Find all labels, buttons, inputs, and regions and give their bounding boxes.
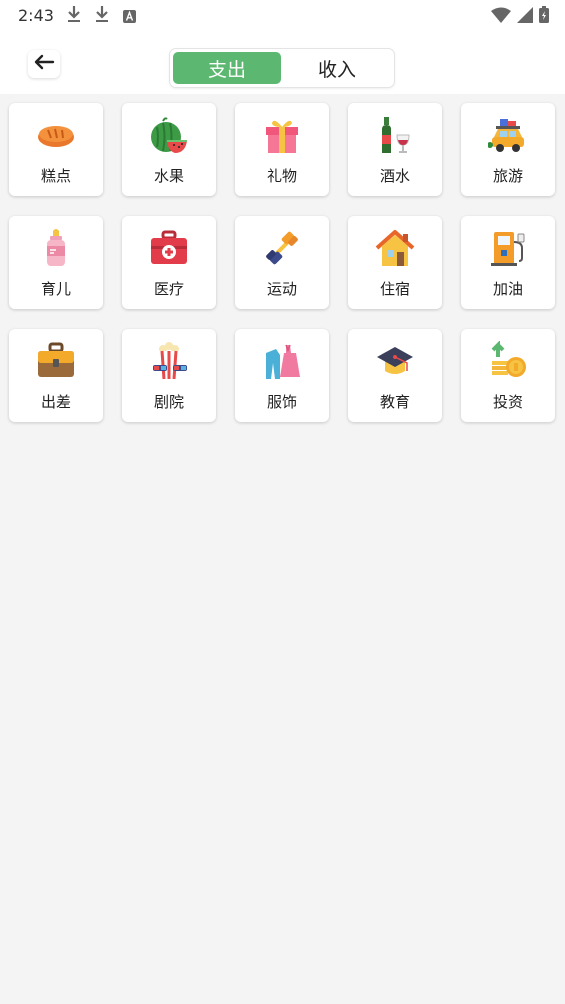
category-item[interactable]: 加油 (461, 216, 555, 309)
download-icon (94, 5, 110, 27)
category-label: 加油 (492, 280, 523, 298)
signal-icon (517, 6, 533, 27)
dumbbell-icon (266, 231, 298, 265)
category-label: 酒水 (379, 167, 410, 185)
wine-icon (382, 117, 410, 153)
category-item[interactable]: 剧院 (122, 329, 216, 422)
arrow-left-icon (33, 54, 55, 74)
status-time: 2:43 (18, 6, 54, 25)
clothes-icon (266, 344, 300, 379)
tab-expense[interactable]: 支出 (173, 52, 281, 84)
category-item[interactable]: 服饰 (235, 329, 329, 422)
category-item[interactable]: 礼物 (235, 103, 329, 196)
briefcase-icon (38, 342, 74, 377)
category-item[interactable]: 糕点 (9, 103, 103, 196)
header: 支出 收入 (0, 32, 565, 94)
coins-icon (491, 341, 526, 377)
category-label: 运动 (266, 280, 297, 298)
type-segmented-control: 支出 收入 (170, 49, 394, 87)
car-travel-icon (488, 119, 524, 152)
house-icon (375, 230, 415, 266)
category-label: 出差 (40, 393, 71, 411)
category-item[interactable]: 酒水 (348, 103, 442, 196)
category-item[interactable]: 育儿 (9, 216, 103, 309)
category-item[interactable]: 旅游 (461, 103, 555, 196)
baby-bottle-icon (47, 229, 65, 266)
download-icon (66, 5, 82, 27)
status-bar: 2:43 (0, 0, 565, 32)
back-button[interactable] (28, 50, 60, 78)
category-label: 旅游 (492, 167, 523, 185)
gift-icon (266, 120, 298, 153)
category-label: 投资 (492, 393, 523, 411)
category-label: 剧院 (153, 393, 184, 411)
category-item[interactable]: 医疗 (122, 216, 216, 309)
bread-icon (38, 126, 74, 147)
tab-income[interactable]: 收入 (283, 52, 391, 84)
graduation-cap-icon (377, 347, 413, 374)
battery-icon (539, 6, 549, 27)
category-label: 水果 (153, 167, 184, 185)
popcorn-icon (153, 342, 187, 380)
category-item[interactable]: 出差 (9, 329, 103, 422)
category-label: 医疗 (153, 280, 184, 298)
wifi-icon (491, 7, 511, 27)
category-label: 住宿 (379, 280, 410, 298)
fuel-pump-icon (491, 232, 525, 266)
keyboard-a-icon (123, 8, 136, 27)
category-label: 糕点 (40, 167, 71, 185)
first-aid-kit-icon (151, 230, 187, 264)
category-item[interactable]: 投资 (461, 329, 555, 422)
category-label: 育儿 (40, 280, 71, 298)
category-label: 礼物 (266, 167, 297, 185)
category-label: 服饰 (266, 393, 297, 411)
category-label: 教育 (379, 393, 410, 411)
category-item[interactable]: 教育 (348, 329, 442, 422)
category-item[interactable]: 住宿 (348, 216, 442, 309)
watermelon-icon (151, 117, 187, 153)
category-item[interactable]: 运动 (235, 216, 329, 309)
category-item[interactable]: 水果 (122, 103, 216, 196)
